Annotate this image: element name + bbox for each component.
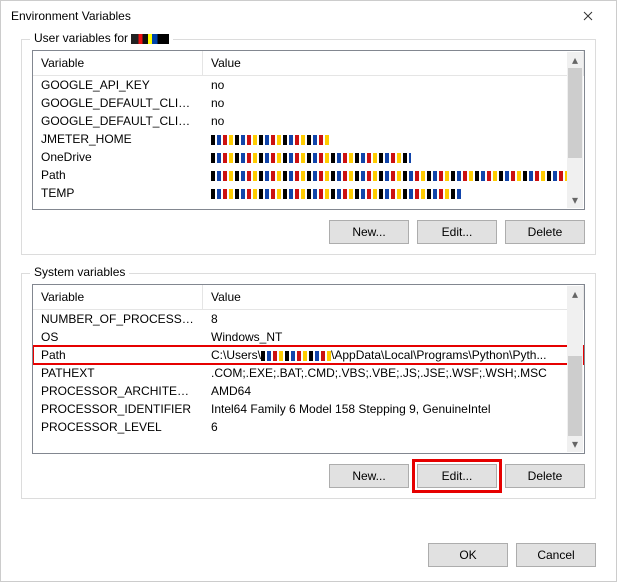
- user-rows: GOOGLE_API_KEYnoGOOGLE_DEFAULT_CLIENT_ID…: [33, 76, 584, 208]
- variable-value-cell: no: [203, 95, 584, 111]
- table-row[interactable]: NUMBER_OF_PROCESSORS8: [33, 310, 584, 328]
- window-title: Environment Variables: [11, 9, 131, 23]
- user-variables-group: User variables for Variable Value GOOGLE…: [21, 39, 596, 255]
- scroll-thumb[interactable]: [568, 68, 582, 158]
- variable-name-cell: TEMP: [33, 185, 203, 201]
- system-variables-legend: System variables: [30, 265, 129, 279]
- scroll-down-icon[interactable]: ▾: [567, 436, 583, 452]
- variable-value-cell: [203, 185, 584, 201]
- redacted-value: [211, 153, 411, 163]
- redacted-value: [211, 189, 461, 199]
- variable-name-cell: NUMBER_OF_PROCESSORS: [33, 311, 203, 327]
- table-row[interactable]: PROCESSOR_LEVEL6: [33, 418, 584, 436]
- close-icon: [583, 11, 593, 21]
- titlebar: Environment Variables: [1, 1, 616, 31]
- variable-name-cell: PROCESSOR_ARCHITECTURE: [33, 383, 203, 399]
- system-new-button[interactable]: New...: [329, 464, 409, 488]
- environment-variables-dialog: Environment Variables User variables for…: [0, 0, 617, 582]
- variable-value-cell: 6: [203, 419, 584, 435]
- variable-name-cell: PATHEXT: [33, 365, 203, 381]
- scroll-up-icon[interactable]: ▴: [567, 52, 583, 68]
- variable-name-cell: GOOGLE_API_KEY: [33, 77, 203, 93]
- scroll-up-icon[interactable]: ▴: [567, 286, 583, 302]
- variable-name-cell: GOOGLE_DEFAULT_CLIENT_...: [33, 113, 203, 129]
- redacted-value: [261, 351, 331, 361]
- system-variables-group: System variables Variable Value NUMBER_O…: [21, 273, 596, 499]
- variable-value-cell: Windows_NT: [203, 329, 584, 345]
- redacted-value: [211, 135, 331, 145]
- user-edit-button[interactable]: Edit...: [417, 220, 497, 244]
- variable-name-cell: Path: [33, 347, 203, 363]
- variable-value-cell: Intel64 Family 6 Model 158 Stepping 9, G…: [203, 401, 584, 417]
- system-edit-button[interactable]: Edit...: [417, 464, 497, 488]
- user-variables-legend: User variables for: [30, 31, 173, 45]
- close-button[interactable]: [568, 2, 608, 30]
- table-row[interactable]: Path: [33, 166, 584, 184]
- table-row[interactable]: GOOGLE_DEFAULT_CLIENT_IDno: [33, 94, 584, 112]
- username-redacted: [131, 34, 169, 44]
- value-prefix: C:\Users\: [211, 348, 261, 362]
- user-list-header: Variable Value: [33, 51, 584, 76]
- table-row[interactable]: OSWindows_NT: [33, 328, 584, 346]
- variable-value-cell: AMD64: [203, 383, 584, 399]
- table-row[interactable]: TEMP: [33, 184, 584, 202]
- variable-name-cell: OS: [33, 329, 203, 345]
- variable-name-cell: PROCESSOR_LEVEL: [33, 419, 203, 435]
- table-row[interactable]: GOOGLE_DEFAULT_CLIENT_...no: [33, 112, 584, 130]
- variable-value-cell: no: [203, 77, 584, 93]
- system-scrollbar[interactable]: ▴ ▾: [567, 286, 583, 452]
- system-delete-button[interactable]: Delete: [505, 464, 585, 488]
- user-delete-button[interactable]: Delete: [505, 220, 585, 244]
- user-new-button[interactable]: New...: [329, 220, 409, 244]
- user-header-value[interactable]: Value: [203, 51, 584, 75]
- scroll-down-icon[interactable]: ▾: [567, 192, 583, 208]
- table-row[interactable]: GOOGLE_API_KEYno: [33, 76, 584, 94]
- system-buttons-row: New... Edit... Delete: [32, 454, 585, 488]
- system-header-value[interactable]: Value: [203, 285, 584, 309]
- system-variables-list[interactable]: Variable Value NUMBER_OF_PROCESSORS8OSWi…: [32, 284, 585, 454]
- variable-value-cell: .COM;.EXE;.BAT;.CMD;.VBS;.VBE;.JS;.JSE;.…: [203, 365, 584, 381]
- variable-value-cell: [203, 131, 584, 147]
- scroll-thumb[interactable]: [568, 356, 582, 436]
- dialog-content: User variables for Variable Value GOOGLE…: [1, 31, 616, 537]
- variable-name-cell: Path: [33, 167, 203, 183]
- user-buttons-row: New... Edit... Delete: [32, 210, 585, 244]
- table-row[interactable]: PROCESSOR_IDENTIFIERIntel64 Family 6 Mod…: [33, 400, 584, 418]
- table-row-path-selected[interactable]: Path C:\Users\ \AppData\Local\Programs\Pyt…: [33, 346, 584, 364]
- ok-button[interactable]: OK: [428, 543, 508, 567]
- user-scrollbar[interactable]: ▴ ▾: [567, 52, 583, 208]
- variable-value-cell: [203, 149, 584, 165]
- variable-value-cell: no: [203, 113, 584, 129]
- table-row[interactable]: JMETER_HOME: [33, 130, 584, 148]
- variable-value-cell: C:\Users\ \AppData\Local\Programs\Python\…: [203, 347, 584, 363]
- system-rows: NUMBER_OF_PROCESSORS8OSWindows_NTPathC:\…: [33, 310, 584, 452]
- user-legend-prefix: User variables for: [34, 31, 131, 45]
- user-header-variable[interactable]: Variable: [33, 51, 203, 75]
- redacted-value: [211, 171, 571, 181]
- table-row[interactable]: PATHEXT.COM;.EXE;.BAT;.CMD;.VBS;.VBE;.JS…: [33, 364, 584, 382]
- cancel-button[interactable]: Cancel: [516, 543, 596, 567]
- variable-name-cell: JMETER_HOME: [33, 131, 203, 147]
- variable-value-cell: [203, 167, 584, 183]
- table-row[interactable]: OneDrive: [33, 148, 584, 166]
- dialog-footer: OK Cancel: [1, 537, 616, 581]
- table-row[interactable]: PROCESSOR_ARCHITECTUREAMD64: [33, 382, 584, 400]
- value-suffix: \AppData\Local\Programs\Python\Pyth...: [331, 348, 546, 362]
- variable-name-cell: GOOGLE_DEFAULT_CLIENT_ID: [33, 95, 203, 111]
- system-list-header: Variable Value: [33, 285, 584, 310]
- variable-name-cell: PROCESSOR_IDENTIFIER: [33, 401, 203, 417]
- system-header-variable[interactable]: Variable: [33, 285, 203, 309]
- variable-value-cell: 8: [203, 311, 584, 327]
- variable-name-cell: OneDrive: [33, 149, 203, 165]
- user-variables-list[interactable]: Variable Value GOOGLE_API_KEYnoGOOGLE_DE…: [32, 50, 585, 210]
